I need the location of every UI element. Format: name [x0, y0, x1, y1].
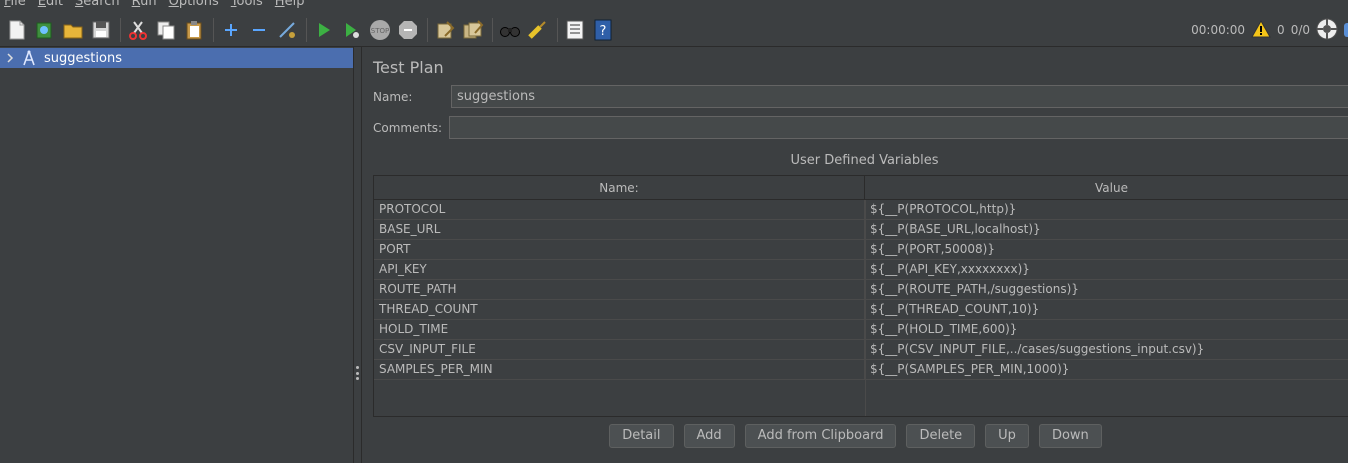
toolbar-separator — [120, 17, 121, 42]
templates-icon[interactable] — [34, 19, 56, 41]
variable-value[interactable]: ${__P(PROTOCOL,http)} — [865, 200, 1348, 220]
column-header-value[interactable]: Value — [865, 176, 1348, 200]
warning-icon[interactable] — [1251, 19, 1271, 41]
reset-search-icon[interactable] — [527, 19, 549, 41]
variable-name[interactable]: API_KEY — [374, 260, 865, 280]
table-row[interactable]: BASE_URL ${__P(BASE_URL,localhost)} — [374, 220, 1348, 240]
table-row[interactable]: PORT ${__P(PORT,50008)} — [374, 240, 1348, 260]
open-icon[interactable] — [62, 19, 84, 41]
toolbar-separator — [306, 17, 307, 42]
menu-tools[interactable]: Tools — [227, 0, 271, 10]
toggle-icon[interactable] — [276, 19, 298, 41]
detail-button[interactable]: Detail — [609, 424, 674, 448]
toolbar-separator — [557, 17, 558, 42]
variable-name[interactable]: PORT — [374, 240, 865, 260]
variable-value[interactable]: ${__P(THREAD_COUNT,10)} — [865, 300, 1348, 320]
toolbar-separator — [213, 17, 214, 42]
collapse-icon[interactable] — [248, 19, 270, 41]
variable-name[interactable]: ROUTE_PATH — [374, 280, 865, 300]
variable-value[interactable]: ${__P(API_KEY,xxxxxxxx)} — [865, 260, 1348, 280]
split-grip-icon[interactable] — [356, 366, 359, 380]
paste-icon[interactable] — [183, 19, 205, 41]
shutdown-icon[interactable] — [397, 19, 419, 41]
menu-file[interactable]: File — [0, 0, 34, 10]
tree-node-test-plan[interactable]: suggestions — [0, 48, 353, 68]
warning-count: 0 — [1277, 23, 1285, 37]
table-buttons: Detail Add Add from Clipboard Delete Up … — [363, 424, 1348, 448]
menu-search[interactable]: Search — [71, 0, 128, 10]
variable-name[interactable]: BASE_URL — [374, 220, 865, 240]
copy-icon[interactable] — [155, 19, 177, 41]
variable-name[interactable]: SAMPLES_PER_MIN — [374, 360, 865, 380]
menu-run[interactable]: Run — [128, 0, 165, 10]
table-row[interactable]: THREAD_COUNT ${__P(THREAD_COUNT,10)} — [374, 300, 1348, 320]
start-no-pause-icon[interactable] — [341, 19, 363, 41]
panel-title: Test Plan — [373, 58, 444, 77]
test-plan-icon — [20, 50, 38, 66]
test-tree: suggestions — [0, 47, 354, 463]
variable-name[interactable]: THREAD_COUNT — [374, 300, 865, 320]
add-button[interactable]: Add — [683, 424, 735, 448]
new-icon[interactable] — [6, 19, 28, 41]
variable-name[interactable]: HOLD_TIME — [374, 320, 865, 340]
svg-text:STOP: STOP — [371, 27, 389, 35]
help-icon[interactable]: ? — [592, 19, 614, 41]
stop-icon[interactable]: STOP — [369, 19, 391, 41]
section-title: User Defined Variables — [790, 153, 939, 168]
clear-all-icon[interactable] — [462, 19, 484, 41]
delete-button[interactable]: Delete — [906, 424, 976, 448]
column-header-name[interactable]: Name: — [374, 176, 865, 200]
save-icon[interactable] — [90, 19, 112, 41]
down-button[interactable]: Down — [1038, 424, 1102, 448]
comments-field[interactable] — [449, 116, 1348, 139]
menu-edit[interactable]: Edit — [34, 0, 71, 10]
variable-value[interactable]: ${__P(SAMPLES_PER_MIN,1000)} — [865, 360, 1348, 380]
up-button[interactable]: Up — [985, 424, 1029, 448]
elapsed-timer: 00:00:00 — [1191, 23, 1246, 37]
menu-bar: File Edit Search Run Options Tools Help — [0, 0, 1348, 10]
table-row[interactable]: PROTOCOL ${__P(PROTOCOL,http)} — [374, 200, 1348, 220]
table-row[interactable]: SAMPLES_PER_MIN ${__P(SAMPLES_PER_MIN,100… — [374, 360, 1348, 380]
variable-name[interactable]: CSV_INPUT_FILE — [374, 340, 865, 360]
variable-value[interactable]: ${__P(HOLD_TIME,600)} — [865, 320, 1348, 340]
function-helper-icon[interactable] — [564, 19, 586, 41]
toolbar-separator — [427, 17, 428, 42]
remote-engine-icon[interactable] — [1316, 18, 1338, 43]
table-row[interactable]: API_KEY ${__P(API_KEY,xxxxxxxx)} — [374, 260, 1348, 280]
name-field[interactable]: suggestions — [451, 85, 1348, 108]
add-from-clipboard-button[interactable]: Add from Clipboard — [744, 424, 897, 448]
variable-value[interactable]: ${__P(PORT,50008)} — [865, 240, 1348, 260]
split-divider[interactable] — [354, 47, 362, 463]
menu-help[interactable]: Help — [271, 0, 313, 10]
name-label: Name: — [373, 90, 413, 104]
table-row[interactable]: HOLD_TIME ${__P(HOLD_TIME,600)} — [374, 320, 1348, 340]
svg-text:?: ? — [600, 24, 607, 39]
variable-name[interactable]: PROTOCOL — [374, 200, 865, 220]
chevron-right-icon[interactable] — [0, 53, 20, 63]
table-body: PROTOCOL ${__P(PROTOCOL,http)} BASE_URL ${… — [374, 200, 1348, 380]
table-row[interactable]: CSV_INPUT_FILE ${__P(CSV_INPUT_FILE,../ca… — [374, 340, 1348, 360]
tree-node-label: suggestions — [44, 50, 122, 66]
thread-count: 0/0 — [1290, 23, 1310, 37]
test-plan-panel: Test Plan Name: suggestions Comments: Us… — [363, 47, 1348, 463]
table-row[interactable]: ROUTE_PATH ${__P(ROUTE_PATH,/suggestions)… — [374, 280, 1348, 300]
variable-value[interactable]: ${__P(BASE_URL,localhost)} — [865, 220, 1348, 240]
status-area: 00:00:00 0 0/0 — [1191, 13, 1348, 47]
variables-table: Name: Value PROTOCOL ${__P(PROTOCOL,http)… — [373, 175, 1348, 417]
variable-value[interactable]: ${__P(CSV_INPUT_FILE,../cases/suggestion… — [865, 340, 1348, 360]
globe-icon — [1344, 23, 1348, 37]
search-icon[interactable] — [499, 19, 521, 41]
start-icon[interactable] — [313, 19, 335, 41]
menu-options[interactable]: Options — [165, 0, 227, 10]
variable-value[interactable]: ${__P(ROUTE_PATH,/suggestions)} — [865, 280, 1348, 300]
toolbar-separator — [492, 17, 493, 42]
expand-icon[interactable] — [220, 19, 242, 41]
comments-label: Comments: — [373, 121, 443, 135]
table-header: Name: Value — [374, 176, 1348, 200]
clear-icon[interactable] — [434, 19, 456, 41]
cut-icon[interactable] — [127, 19, 149, 41]
toolbar: STOP ? 00:00:00 0 0/0 — [0, 13, 1348, 47]
